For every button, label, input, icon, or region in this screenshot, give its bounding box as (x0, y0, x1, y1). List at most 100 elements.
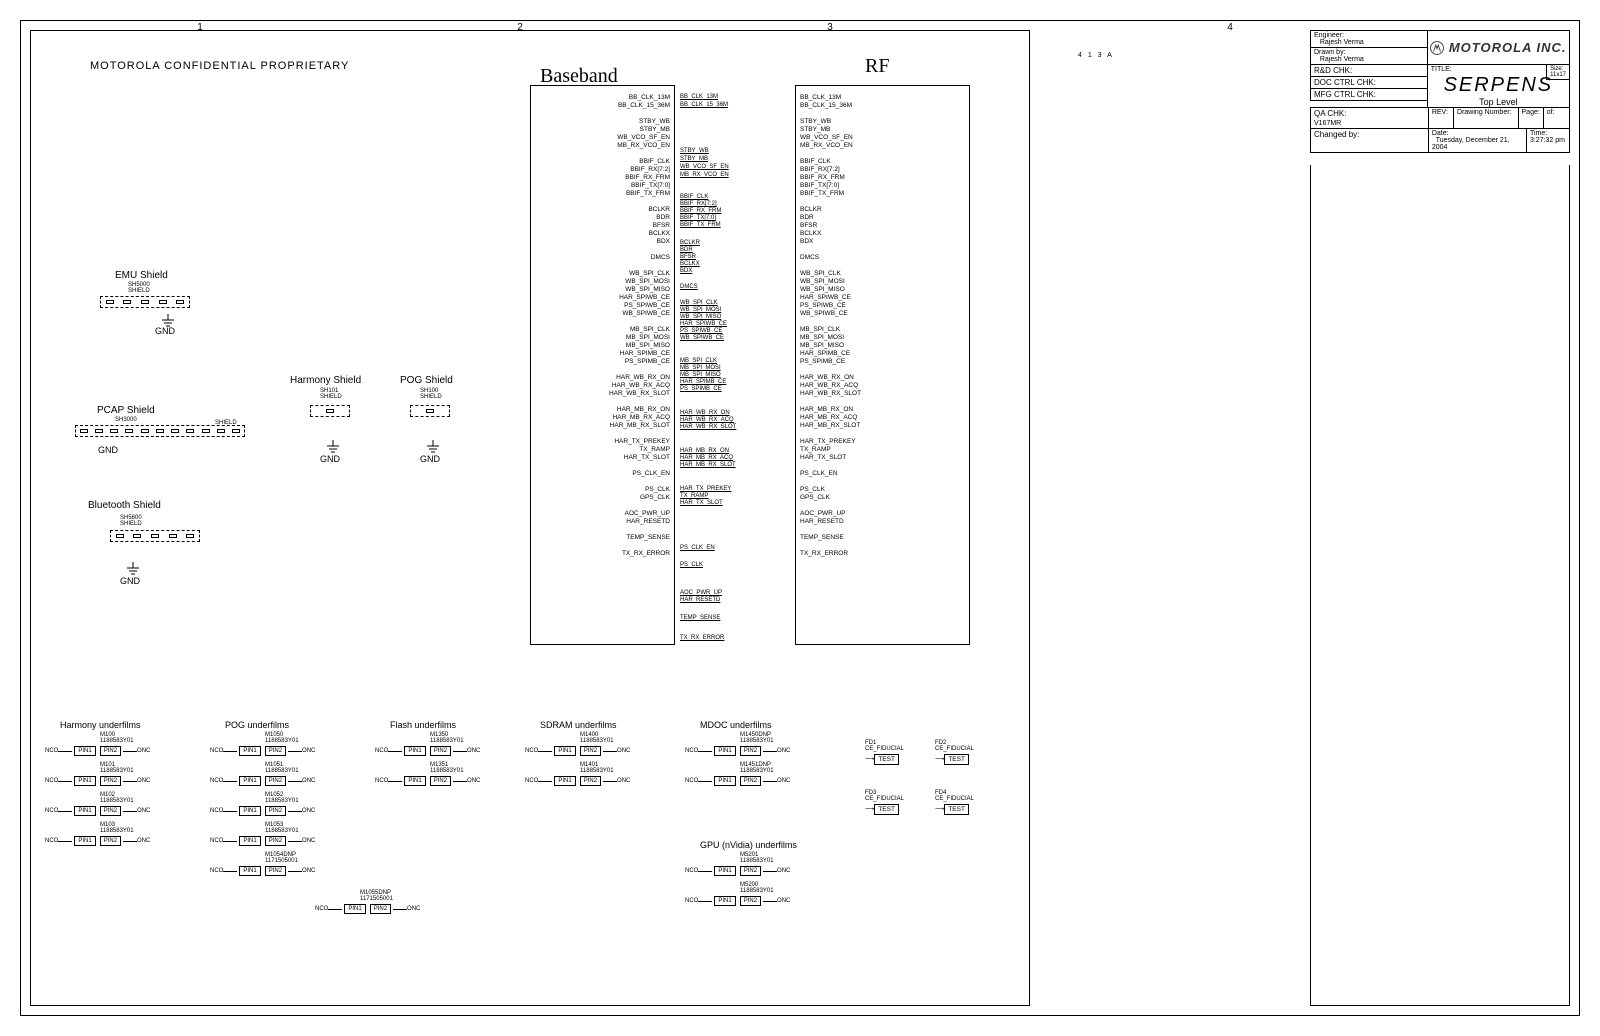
wire-label: TX_RAMP (680, 493, 708, 499)
underfilm-partnum: M1021188583Y01 (100, 792, 134, 804)
subtitle: Top Level (1428, 97, 1569, 107)
underfilm-partnum: M10501188583Y01 (265, 732, 299, 744)
rf-signal: WB_SPI_MOSI (800, 278, 845, 286)
bluetooth-gnd-label: GND (120, 576, 140, 586)
baseband-signal: BBIF_CLK (639, 158, 670, 166)
underfilm-component: NCOPIN1PIN2ONC (375, 774, 480, 788)
rf-signal: AOC_PWR_UP (800, 510, 846, 518)
drawing-label: Drawing Number: (1454, 108, 1518, 128)
wire-label: HAR_WB_RX_SLOT (680, 424, 736, 430)
confidential-notice: MOTOROLA CONFIDENTIAL PROPRIETARY (90, 60, 349, 72)
underfilm-partnum: M14011188583Y01 (580, 762, 614, 774)
wire-label: HAR_TX_PREKEY (680, 486, 731, 492)
underfilm-title: GPU (nVidia) underfilms (700, 840, 797, 850)
emu-shield-symbol (100, 296, 190, 314)
wire-label: BDX (680, 268, 692, 274)
rf-signal: STBY_MB (800, 126, 830, 134)
pog-shield-label: SHIELD (420, 394, 442, 400)
underfilm-component: NCOPIN1PIN2ONC (45, 744, 150, 758)
wire-label: BBIF_TX[7:0] (680, 215, 716, 221)
qa-val: V167MR (1314, 120, 1341, 127)
baseband-signal: TX_RAMP (639, 446, 670, 454)
rf-signal: PS_CLK (800, 486, 825, 494)
rf-signal: TX_RAMP (800, 446, 831, 454)
harmony-shield-symbol (310, 405, 350, 423)
baseband-signal: BBIF_TX_FRM (626, 190, 670, 198)
underfilm-partnum: M52001188583Y01 (740, 882, 774, 894)
baseband-signal: WB_SPI_MISO (625, 286, 670, 294)
rf-signal: WB_SPIWB_CE (800, 310, 848, 318)
time-value: 3:27:32 pm (1530, 137, 1565, 144)
mfg-ctrl: MFG CTRL CHK: (1311, 89, 1427, 100)
underfilm-partnum: M14001188583Y01 (580, 732, 614, 744)
baseband-signal: HAR_MB_RX_SLOT (610, 422, 670, 430)
wire-label: TX_RX_ERROR (680, 635, 724, 641)
drawn-value: Rajesh Verma (1320, 56, 1364, 63)
wire-label: HAR_WB_RX_ACQ (680, 417, 734, 423)
rf-signal: BBIF_CLK (800, 158, 831, 166)
time-label: Time: (1530, 130, 1547, 137)
title-block: Engineer: Rajesh Verma Drawn by: Rajesh … (1310, 30, 1570, 152)
rf-signal: BDX (800, 238, 813, 246)
baseband-signal: HAR_MB_RX_ACQ (613, 414, 670, 422)
underfilm-partnum: M1011188583Y01 (100, 762, 134, 774)
underfilm-component: NCOPIN1PIN2ONC (45, 834, 150, 848)
baseband-signal: HAR_WB_RX_ON (616, 374, 670, 382)
wire-label: BBIF_CLK (680, 194, 708, 200)
harmony-gnd-label: GND (320, 454, 340, 464)
bluetooth-shield-title: Bluetooth Shield (88, 500, 161, 511)
baseband-signal: HAR_TX_SLOT (624, 454, 670, 462)
wire-label: BBIF_TX_FRM (680, 222, 721, 228)
underfilm-partnum: M10531188583Y01 (265, 822, 299, 834)
pog-gnd-label: GND (420, 454, 440, 464)
underfilm-partnum: M52011188583Y01 (740, 852, 774, 864)
underfilm-partnum: M13511188583Y01 (430, 762, 464, 774)
underfilm-component: NCOPIN1PIN2ONC (210, 834, 315, 848)
rf-signal: HAR_WB_RX_ON (800, 374, 854, 382)
rev-letters: 4 1 3 A (1078, 52, 1114, 59)
wire-label: HAR_TX_SLOT (680, 500, 723, 506)
rf-signal: TEMP_SENSE (800, 534, 844, 542)
wire-label: PS_SPIWB_CE (680, 328, 722, 334)
underfilm-partnum: M1451DNP1188583Y01 (740, 762, 774, 774)
underfilm-component: NCOPIN1PIN2ONC (375, 744, 480, 758)
rf-signal: MB_SPI_MISO (800, 342, 844, 350)
rf-signal: HAR_MB_RX_ON (800, 406, 853, 414)
baseband-signal: MB_SPI_MISO (626, 342, 670, 350)
wire-label: PS_SPIMB_CE (680, 386, 722, 392)
wire-label: WB_VCO_SF_EN (680, 164, 729, 170)
wire-label: MB_SPI_MOSI (680, 365, 721, 371)
baseband-signal: HAR_MB_RX_ON (617, 406, 670, 414)
of-label: of: (1544, 108, 1569, 128)
wire-label: HAR_MB_RX_ON (680, 448, 729, 454)
baseband-block: BB_CLK_13MBB_CLK_15_36MSTBY_WBSTBY_MBWB_… (530, 85, 675, 645)
baseband-signal: WB_SPI_MOSI (625, 278, 670, 286)
harmony-shield-title: Harmony Shield (290, 375, 361, 386)
fiducial: FD1CE_FIDUCIAL⟶TEST (865, 740, 904, 765)
baseband-signal: WB_VCO_SF_EN (617, 134, 670, 142)
underfilm-component: NCOPIN1PIN2ONC (210, 774, 315, 788)
title-block-body (1310, 165, 1570, 1006)
wire-label: HAR_WB_RX_ON (680, 410, 730, 416)
bluetooth-shield-label: SHIELD (120, 521, 142, 527)
baseband-signal: MB_RX_VCO_EN (617, 142, 670, 150)
wire-label: TEMP_SENSE (680, 615, 720, 621)
underfilm-component: NCOPIN1PIN2ONC (685, 864, 790, 878)
wire-label: WB_SPIWB_CE (680, 335, 724, 341)
baseband-signal: WB_SPI_CLK (629, 270, 670, 278)
rf-signal: BCLKX (800, 230, 821, 238)
rf-signal: WB_VCO_SF_EN (800, 134, 853, 142)
underfilm-partnum: M1031188583Y01 (100, 822, 134, 834)
underfilm-component: NCOPIN1PIN2ONC (685, 744, 790, 758)
emu-shield-title: EMU Shield (115, 270, 168, 281)
wire-label: AOC_PWR_UP (680, 590, 722, 596)
wire-label: DMCS (680, 284, 698, 290)
rev-label: REV: (1429, 108, 1454, 128)
underfilm-component: NCOPIN1PIN2ONC (210, 804, 315, 818)
rf-signal: HAR_TX_PREKEY (800, 438, 856, 446)
baseband-signal: BBIF_TX[7:0] (631, 182, 670, 190)
date-value: Tuesday, December 21, 2004 (1432, 137, 1510, 151)
engineer-value: Rajesh Verma (1320, 39, 1364, 46)
rf-signal: GPS_CLK (800, 494, 830, 502)
baseband-signal: BBIF_RX[7:2] (630, 166, 670, 174)
